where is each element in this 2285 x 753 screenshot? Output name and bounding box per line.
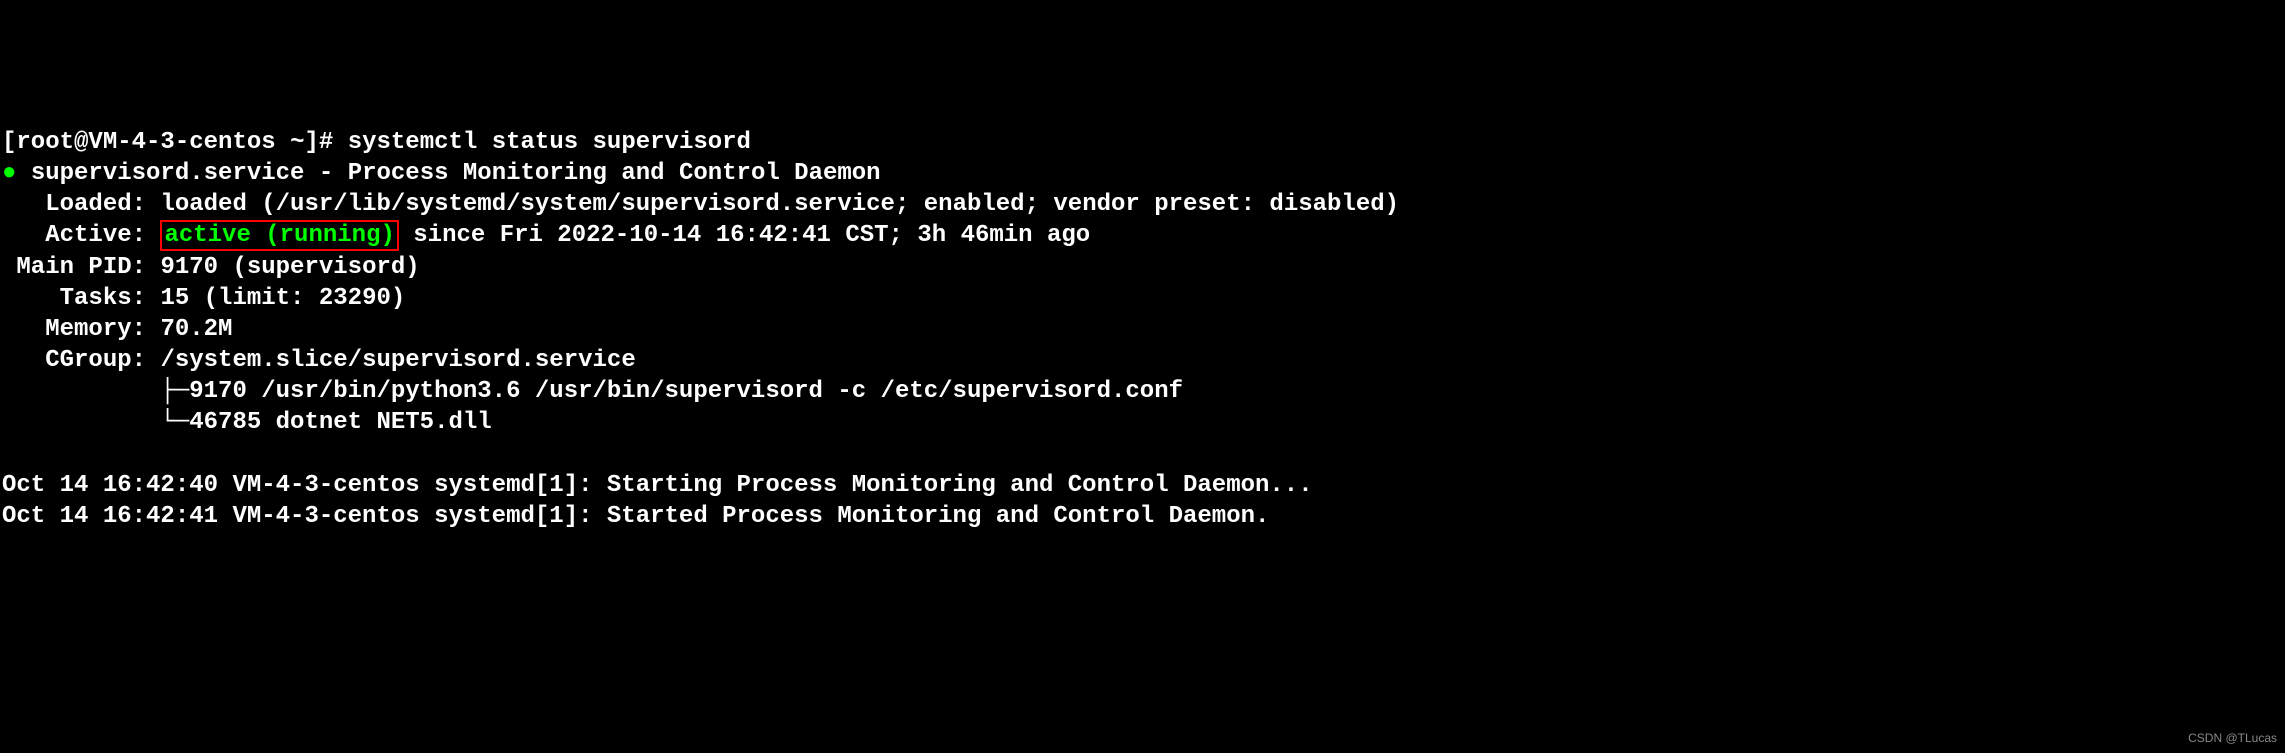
active-line: Active: active (running) since Fri 2022-…: [2, 220, 2283, 251]
mainpid-line: Main PID: 9170 (supervisord): [2, 252, 2283, 283]
memory-label: Memory:: [2, 316, 146, 343]
mainpid-label: Main PID:: [2, 254, 146, 281]
loaded-line: Loaded: loaded (/usr/lib/systemd/system/…: [2, 189, 2283, 220]
prompt-path: ~: [290, 129, 304, 156]
blank-line: [2, 439, 2283, 470]
log-line-2: Oct 14 16:42:41 VM-4-3-centos systemd[1]…: [2, 501, 2283, 532]
cgroup-value: /system.slice/supervisord.service: [160, 347, 635, 374]
loaded-value: loaded (/usr/lib/systemd/system/supervis…: [160, 191, 1399, 218]
prompt-host: VM-4-3-centos: [88, 129, 275, 156]
cgroup-line: CGroup: /system.slice/supervisord.servic…: [2, 345, 2283, 376]
prompt-symbol: #: [319, 129, 333, 156]
cgroup-proc1: 9170 /usr/bin/python3.6 /usr/bin/supervi…: [189, 378, 1183, 405]
tasks-value: 15 (limit: 23290): [160, 285, 405, 312]
log-line-1: Oct 14 16:42:40 VM-4-3-centos systemd[1]…: [2, 470, 2283, 501]
active-status: active (running): [160, 220, 398, 251]
cgroup-tree2: └─46785 dotnet NET5.dll: [2, 407, 2283, 438]
tree-branch-icon: ├─: [2, 378, 189, 405]
service-description: Process Monitoring and Control Daemon: [348, 160, 881, 187]
prompt-line: [root@VM-4-3-centos ~]# systemctl status…: [2, 127, 2283, 158]
cgroup-label: CGroup:: [2, 347, 146, 374]
watermark-text: CSDN @TLucas: [2188, 731, 2277, 747]
tree-end-icon: └─: [2, 409, 189, 436]
active-label: Active:: [2, 222, 146, 249]
service-line: ● supervisord.service - Process Monitori…: [2, 158, 2283, 189]
terminal-output: [root@VM-4-3-centos ~]# systemctl status…: [2, 127, 2283, 532]
mainpid-value: 9170 (supervisord): [160, 254, 419, 281]
memory-line: Memory: 70.2M: [2, 314, 2283, 345]
loaded-label: Loaded:: [2, 191, 146, 218]
memory-value: 70.2M: [160, 316, 232, 343]
service-name: supervisord.service: [31, 160, 305, 187]
active-since: since Fri 2022-10-14 16:42:41 CST; 3h 46…: [413, 222, 1090, 249]
tasks-line: Tasks: 15 (limit: 23290): [2, 283, 2283, 314]
tasks-label: Tasks:: [2, 285, 146, 312]
status-dot-icon: ●: [2, 160, 16, 187]
cgroup-proc2: 46785 dotnet NET5.dll: [189, 409, 491, 436]
prompt-user: root: [16, 129, 74, 156]
command-text: systemctl status supervisord: [348, 129, 751, 156]
cgroup-tree1: ├─9170 /usr/bin/python3.6 /usr/bin/super…: [2, 376, 2283, 407]
